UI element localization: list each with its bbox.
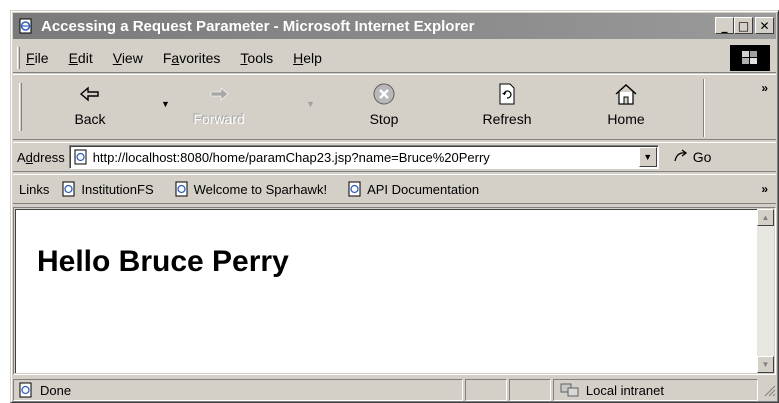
standard-toolbar: Back ▼ Forward ▼ Stop Refresh Home » bbox=[13, 74, 776, 140]
link-label: Welcome to Sparhawk! bbox=[193, 181, 328, 197]
address-label-key: d bbox=[25, 149, 33, 165]
address-bar: Address http://localhost:8080/home/param… bbox=[13, 142, 776, 172]
go-label: Go bbox=[692, 149, 712, 165]
links-bar: Links InstitutionFS Welcome to Sparhawk!… bbox=[13, 174, 776, 204]
stop-button[interactable]: Stop bbox=[349, 81, 419, 135]
window-title: Accessing a Request Parameter - Microsof… bbox=[41, 17, 475, 35]
refresh-button[interactable]: Refresh bbox=[472, 81, 542, 135]
zone-label: Local intranet bbox=[585, 382, 664, 398]
menu-view-rest: iew bbox=[121, 49, 143, 66]
home-button[interactable]: Home bbox=[591, 81, 661, 135]
links-more-chevron[interactable]: » bbox=[761, 182, 768, 196]
ie-page-icon bbox=[17, 17, 35, 35]
go-button[interactable]: Go bbox=[673, 148, 712, 166]
link-institutionfs[interactable]: InstitutionFS bbox=[61, 181, 154, 197]
menubar-grip[interactable] bbox=[17, 46, 20, 69]
menu-edit-rest: dit bbox=[77, 49, 93, 66]
menu-favorites[interactable]: Favorites bbox=[163, 50, 221, 66]
menu-bar: File Edit View Favorites Tools Help bbox=[13, 43, 776, 73]
back-label: Back bbox=[74, 111, 106, 127]
link-page-icon bbox=[175, 181, 188, 197]
menu-favorites-rest: vorites bbox=[179, 49, 221, 66]
minimize-button[interactable]: _ bbox=[715, 17, 734, 34]
toolbar-more-chevron[interactable]: » bbox=[761, 81, 768, 95]
status-blank-pane-1 bbox=[465, 379, 508, 401]
intranet-icon bbox=[560, 383, 579, 397]
menu-tools-rest: ools bbox=[247, 49, 274, 66]
page-heading: Hello Bruce Perry bbox=[37, 245, 289, 278]
link-welcome-sparhawk[interactable]: Welcome to Sparhawk! bbox=[174, 181, 327, 197]
address-dropdown-button[interactable]: ▼ bbox=[638, 147, 657, 167]
windows-logo-icon bbox=[730, 45, 770, 71]
forward-label: Forward bbox=[193, 111, 245, 127]
back-arrow-icon bbox=[75, 81, 105, 107]
link-label: InstitutionFS bbox=[81, 181, 154, 197]
go-arrow-icon bbox=[673, 148, 689, 166]
window-controls: _ □ ✕ bbox=[715, 17, 774, 34]
maximize-button[interactable]: □ bbox=[734, 17, 753, 34]
status-text: Done bbox=[40, 382, 72, 398]
address-label: Address bbox=[17, 150, 65, 165]
close-button[interactable]: ✕ bbox=[755, 17, 774, 34]
page-done-icon bbox=[19, 382, 32, 398]
menu-file-rest: ile bbox=[34, 49, 49, 66]
back-dropdown-icon[interactable]: ▼ bbox=[161, 99, 170, 109]
forward-button[interactable]: Forward bbox=[184, 81, 254, 135]
address-label-rest: dress bbox=[32, 149, 65, 165]
menu-edit-key: E bbox=[68, 49, 78, 66]
status-blank-pane-2 bbox=[509, 379, 551, 401]
stop-icon bbox=[369, 81, 399, 107]
stop-label: Stop bbox=[369, 111, 399, 127]
menu-file-key: F bbox=[26, 49, 35, 66]
menu-edit[interactable]: Edit bbox=[69, 50, 93, 66]
forward-dropdown-icon[interactable]: ▼ bbox=[306, 99, 315, 109]
menu-tools[interactable]: Tools bbox=[240, 50, 273, 66]
menu-file[interactable]: File bbox=[26, 50, 49, 66]
refresh-label: Refresh bbox=[482, 111, 532, 127]
title-bar[interactable]: Accessing a Request Parameter - Microsof… bbox=[13, 13, 776, 39]
back-button[interactable]: Back bbox=[55, 81, 125, 135]
status-bar: Done Local intranet bbox=[13, 378, 776, 402]
vertical-scrollbar[interactable]: ▲ ▼ bbox=[757, 209, 774, 373]
page-viewport: Hello Bruce Perry ▲ ▼ bbox=[13, 207, 776, 375]
menu-view[interactable]: View bbox=[113, 50, 143, 66]
link-page-icon bbox=[348, 181, 361, 197]
link-api-documentation[interactable]: API Documentation bbox=[347, 181, 479, 197]
page-body: Hello Bruce Perry bbox=[15, 209, 757, 373]
address-value[interactable]: http://localhost:8080/home/paramChap23.j… bbox=[93, 150, 639, 165]
address-label-pre: A bbox=[17, 149, 26, 165]
home-icon bbox=[611, 81, 641, 107]
home-label: Home bbox=[607, 111, 645, 127]
toolbar-grip[interactable] bbox=[19, 83, 22, 131]
menu-view-key: V bbox=[112, 49, 122, 66]
links-label[interactable]: Links bbox=[19, 182, 49, 197]
resize-grip-icon[interactable] bbox=[762, 383, 776, 397]
scroll-up-button[interactable]: ▲ bbox=[757, 209, 774, 226]
menu-help-rest: elp bbox=[303, 49, 322, 66]
menu-help[interactable]: Help bbox=[293, 50, 322, 66]
toolbar-separator bbox=[703, 79, 705, 137]
refresh-icon bbox=[492, 81, 522, 107]
forward-arrow-icon bbox=[204, 81, 234, 107]
link-page-icon bbox=[62, 181, 75, 197]
browser-window: Accessing a Request Parameter - Microsof… bbox=[10, 10, 779, 403]
scroll-down-button[interactable]: ▼ bbox=[757, 356, 774, 373]
menu-help-key: H bbox=[293, 49, 304, 66]
link-label: API Documentation bbox=[367, 181, 480, 197]
address-input[interactable]: http://localhost:8080/home/paramChap23.j… bbox=[68, 145, 659, 169]
status-main-pane: Done bbox=[13, 379, 464, 401]
page-icon bbox=[73, 149, 89, 165]
status-zone-pane: Local intranet bbox=[552, 379, 759, 401]
